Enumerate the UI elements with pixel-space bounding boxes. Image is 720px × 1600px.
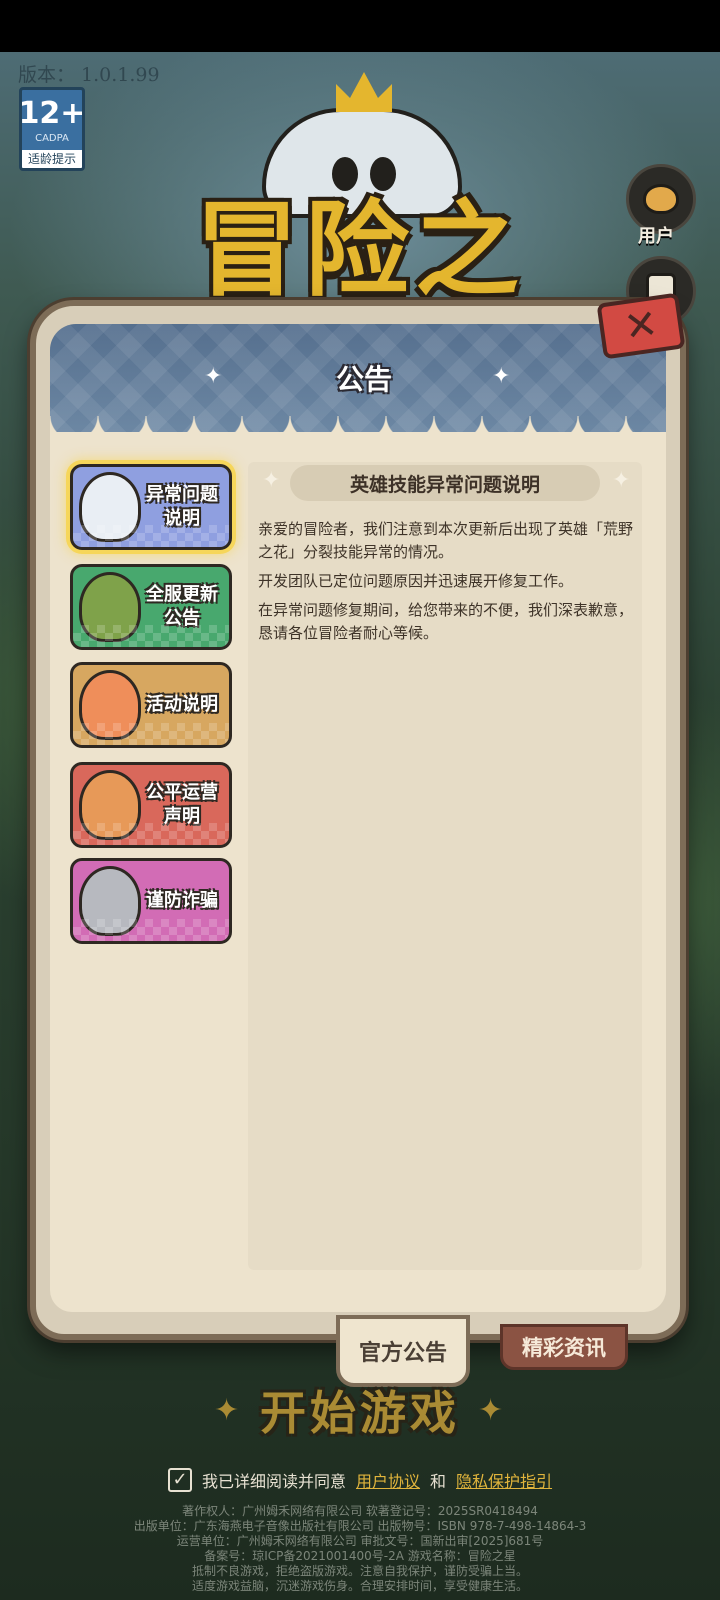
checker-pattern: [73, 625, 229, 647]
announcement-content[interactable]: ✦ 英雄技能异常问题说明 ✦ 亲爱的冒险者，我们注意到本次更新后出现了英雄「荒野…: [248, 462, 642, 1270]
close-button[interactable]: ✕: [596, 292, 686, 360]
tab-official-announcement[interactable]: 官方公告: [336, 1315, 470, 1387]
agreement-row: ✓ 我已详细阅读并同意 用户协议 和 隐私保护指引: [168, 1466, 552, 1494]
content-paragraph: 开发团队已定位问题原因并迅速展开修复工作。: [258, 572, 574, 590]
user-icon: [643, 184, 679, 214]
version-label: 版本： 1.0.1.99: [18, 64, 160, 86]
user-agreement-link[interactable]: 用户协议: [356, 1468, 420, 1492]
category-item-abnormal-issue[interactable]: 异常问题 说明: [70, 464, 232, 550]
checker-pattern: [73, 823, 229, 845]
start-game-button[interactable]: 开始游戏: [210, 1378, 510, 1448]
content-text: 亲爱的冒险者，我们注意到本次更新后出现了英雄「荒野之花」分裂技能异常的情况。 开…: [258, 518, 638, 651]
legal-line: 适度游戏益脑，沉迷游戏伤身。合理安排时间，享受健康生活。: [191, 1579, 528, 1593]
age-rating-badge[interactable]: 12+ CADPA 适龄提示: [19, 87, 85, 171]
category-label: 公平运营 声明: [146, 782, 218, 827]
tab-featured-news[interactable]: 精彩资讯: [500, 1324, 628, 1370]
age-rating-tip: 适龄提示: [22, 150, 82, 168]
checker-pattern: [73, 525, 229, 547]
category-item-anti-fraud[interactable]: 谨防诈骗: [70, 858, 232, 944]
agreement-checkbox[interactable]: ✓: [168, 1468, 192, 1492]
category-item-server-update[interactable]: 全服更新 公告: [70, 564, 232, 650]
legal-line: 抵制不良游戏，拒绝盗版游戏。注意自我保护，谨防受骗上当。: [191, 1564, 528, 1578]
content-title: 英雄技能异常问题说明: [349, 473, 540, 496]
category-label: 谨防诈骗: [146, 890, 218, 911]
legal-line: 备案号：琼ICP备2021001400号-2A 游戏名称：冒险之星: [204, 1549, 516, 1563]
privacy-link[interactable]: 隐私保护指引: [456, 1468, 552, 1492]
diamond-icon: ✦: [478, 1393, 504, 1428]
agreement-and: 和: [430, 1472, 447, 1491]
legal-line: 著作权人：广州姆禾网络有限公司 软著登记号：2025SR0418494: [182, 1504, 538, 1518]
sparkle-icon: ✦: [262, 468, 281, 493]
category-label: 活动说明: [146, 694, 218, 715]
checker-pattern: [73, 919, 229, 941]
user-button-label: 用户: [638, 226, 674, 247]
legal-line: 出版单位：广东海燕电子音像出版社有限公司 出版物号：ISBN 978-7-498…: [133, 1519, 587, 1533]
content-paragraph: 在异常问题修复期间，给您带来的不便，我们深表歉意，恳请各位冒险者耐心等候。: [258, 601, 634, 642]
content-title-bar: 英雄技能异常问题说明: [290, 465, 600, 501]
checker-pattern: [73, 723, 229, 745]
dialog-title: 公告: [335, 363, 392, 396]
agreement-text: 我已详细阅读并同意: [202, 1472, 347, 1491]
close-icon: ✕: [621, 300, 661, 352]
status-bar: [0, 0, 720, 52]
category-item-event-info[interactable]: 活动说明: [70, 662, 232, 748]
category-item-fair-play[interactable]: 公平运营 声明: [70, 762, 232, 848]
content-paragraph: 亲爱的冒险者，我们注意到本次更新后出现了英雄「荒野之花」分裂技能异常的情况。: [258, 520, 634, 561]
category-label: 全服更新 公告: [146, 584, 218, 629]
category-label: 异常问题 说明: [146, 484, 218, 529]
legal-info: 著作权人：广州姆禾网络有限公司 软著登记号：2025SR0418494 出版单位…: [0, 1504, 720, 1594]
sparkle-icon: ✦: [612, 468, 631, 493]
age-rating-number: 12+: [19, 96, 85, 131]
age-rating-org: CADPA: [35, 133, 69, 144]
legal-line: 运营单位：广州姆禾网络有限公司 审批文号：国新出审[2025]681号: [176, 1534, 544, 1548]
